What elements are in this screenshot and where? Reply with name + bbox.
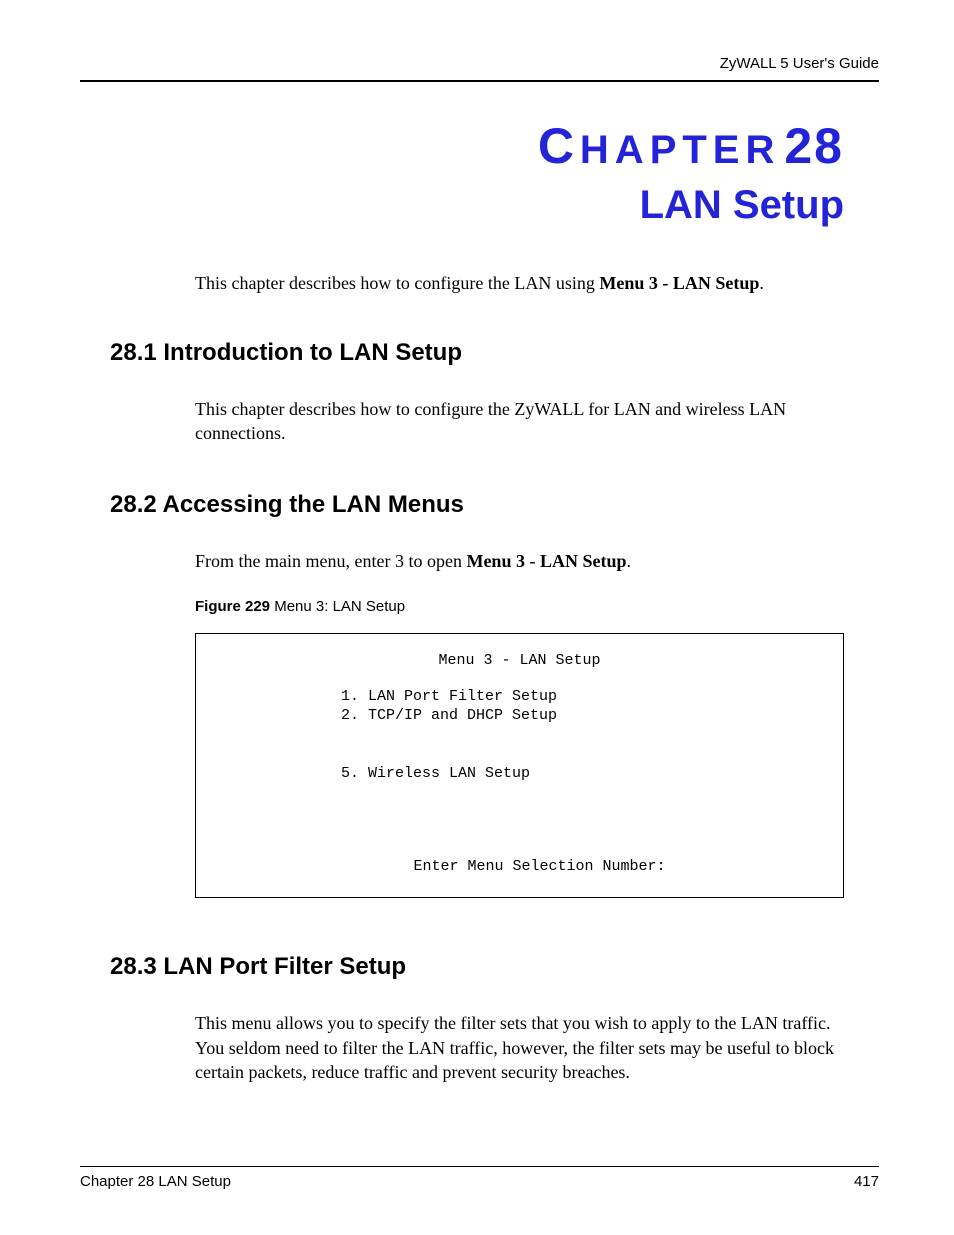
s2-body-after: .: [626, 551, 631, 571]
section-body-28-3: This menu allows you to specify the filt…: [195, 1011, 844, 1084]
section-body-28-2: From the main menu, enter 3 to open Menu…: [195, 549, 844, 573]
footer-rule: [80, 1166, 879, 1167]
menu-item-5: 5. Wireless LAN Setup: [341, 764, 843, 784]
chapter-label-line: CHAPTER 28: [80, 117, 844, 175]
section-heading-28-3: 28.3 LAN Port Filter Setup: [110, 953, 879, 981]
s2-body-bold: Menu 3 - LAN Setup: [466, 551, 626, 571]
header-rule: [80, 80, 879, 82]
s2-body-before: From the main menu, enter 3 to open: [195, 551, 466, 571]
chapter-heading: CHAPTER 28 LAN Setup: [80, 117, 844, 228]
menu-prompt: Enter Menu Selection Number:: [236, 858, 843, 875]
footer-chapter-ref: Chapter 28 LAN Setup: [80, 1173, 231, 1190]
chapter-intro: This chapter describes how to configure …: [195, 273, 879, 294]
menu-box: Menu 3 - LAN Setup 1. LAN Port Filter Se…: [195, 633, 844, 899]
page-footer: Chapter 28 LAN Setup 417: [80, 1166, 879, 1190]
footer-row: Chapter 28 LAN Setup 417: [80, 1173, 879, 1190]
chapter-number: 28: [784, 118, 844, 174]
footer-page-number: 417: [854, 1173, 879, 1190]
menu-items: 1. LAN Port Filter Setup 2. TCP/IP and D…: [341, 687, 843, 784]
section-heading-28-2: 28.2 Accessing the LAN Menus: [110, 491, 879, 519]
figure-caption-229: Figure 229 Menu 3: LAN Setup: [195, 598, 879, 615]
chapter-label-c: C: [538, 118, 580, 174]
header-guide-title: ZyWALL 5 User's Guide: [80, 55, 879, 72]
section-body-28-1: This chapter describes how to configure …: [195, 397, 844, 446]
menu-item-1: 1. LAN Port Filter Setup: [341, 687, 843, 707]
menu-item-2: 2. TCP/IP and DHCP Setup: [341, 706, 843, 726]
figure-label: Figure 229: [195, 598, 270, 615]
chapter-label-rest: HAPTER: [580, 128, 780, 172]
menu-spacer-large: [196, 783, 843, 858]
section-heading-28-1: 28.1 Introduction to LAN Setup: [110, 339, 879, 367]
menu-spacer: [341, 726, 843, 764]
menu-title: Menu 3 - LAN Setup: [196, 652, 843, 669]
figure-caption-text: Menu 3: LAN Setup: [270, 598, 405, 615]
intro-bold: Menu 3 - LAN Setup: [599, 273, 759, 293]
intro-text-after: .: [759, 273, 764, 293]
intro-text-before: This chapter describes how to configure …: [195, 273, 599, 293]
chapter-title: LAN Setup: [80, 183, 844, 228]
